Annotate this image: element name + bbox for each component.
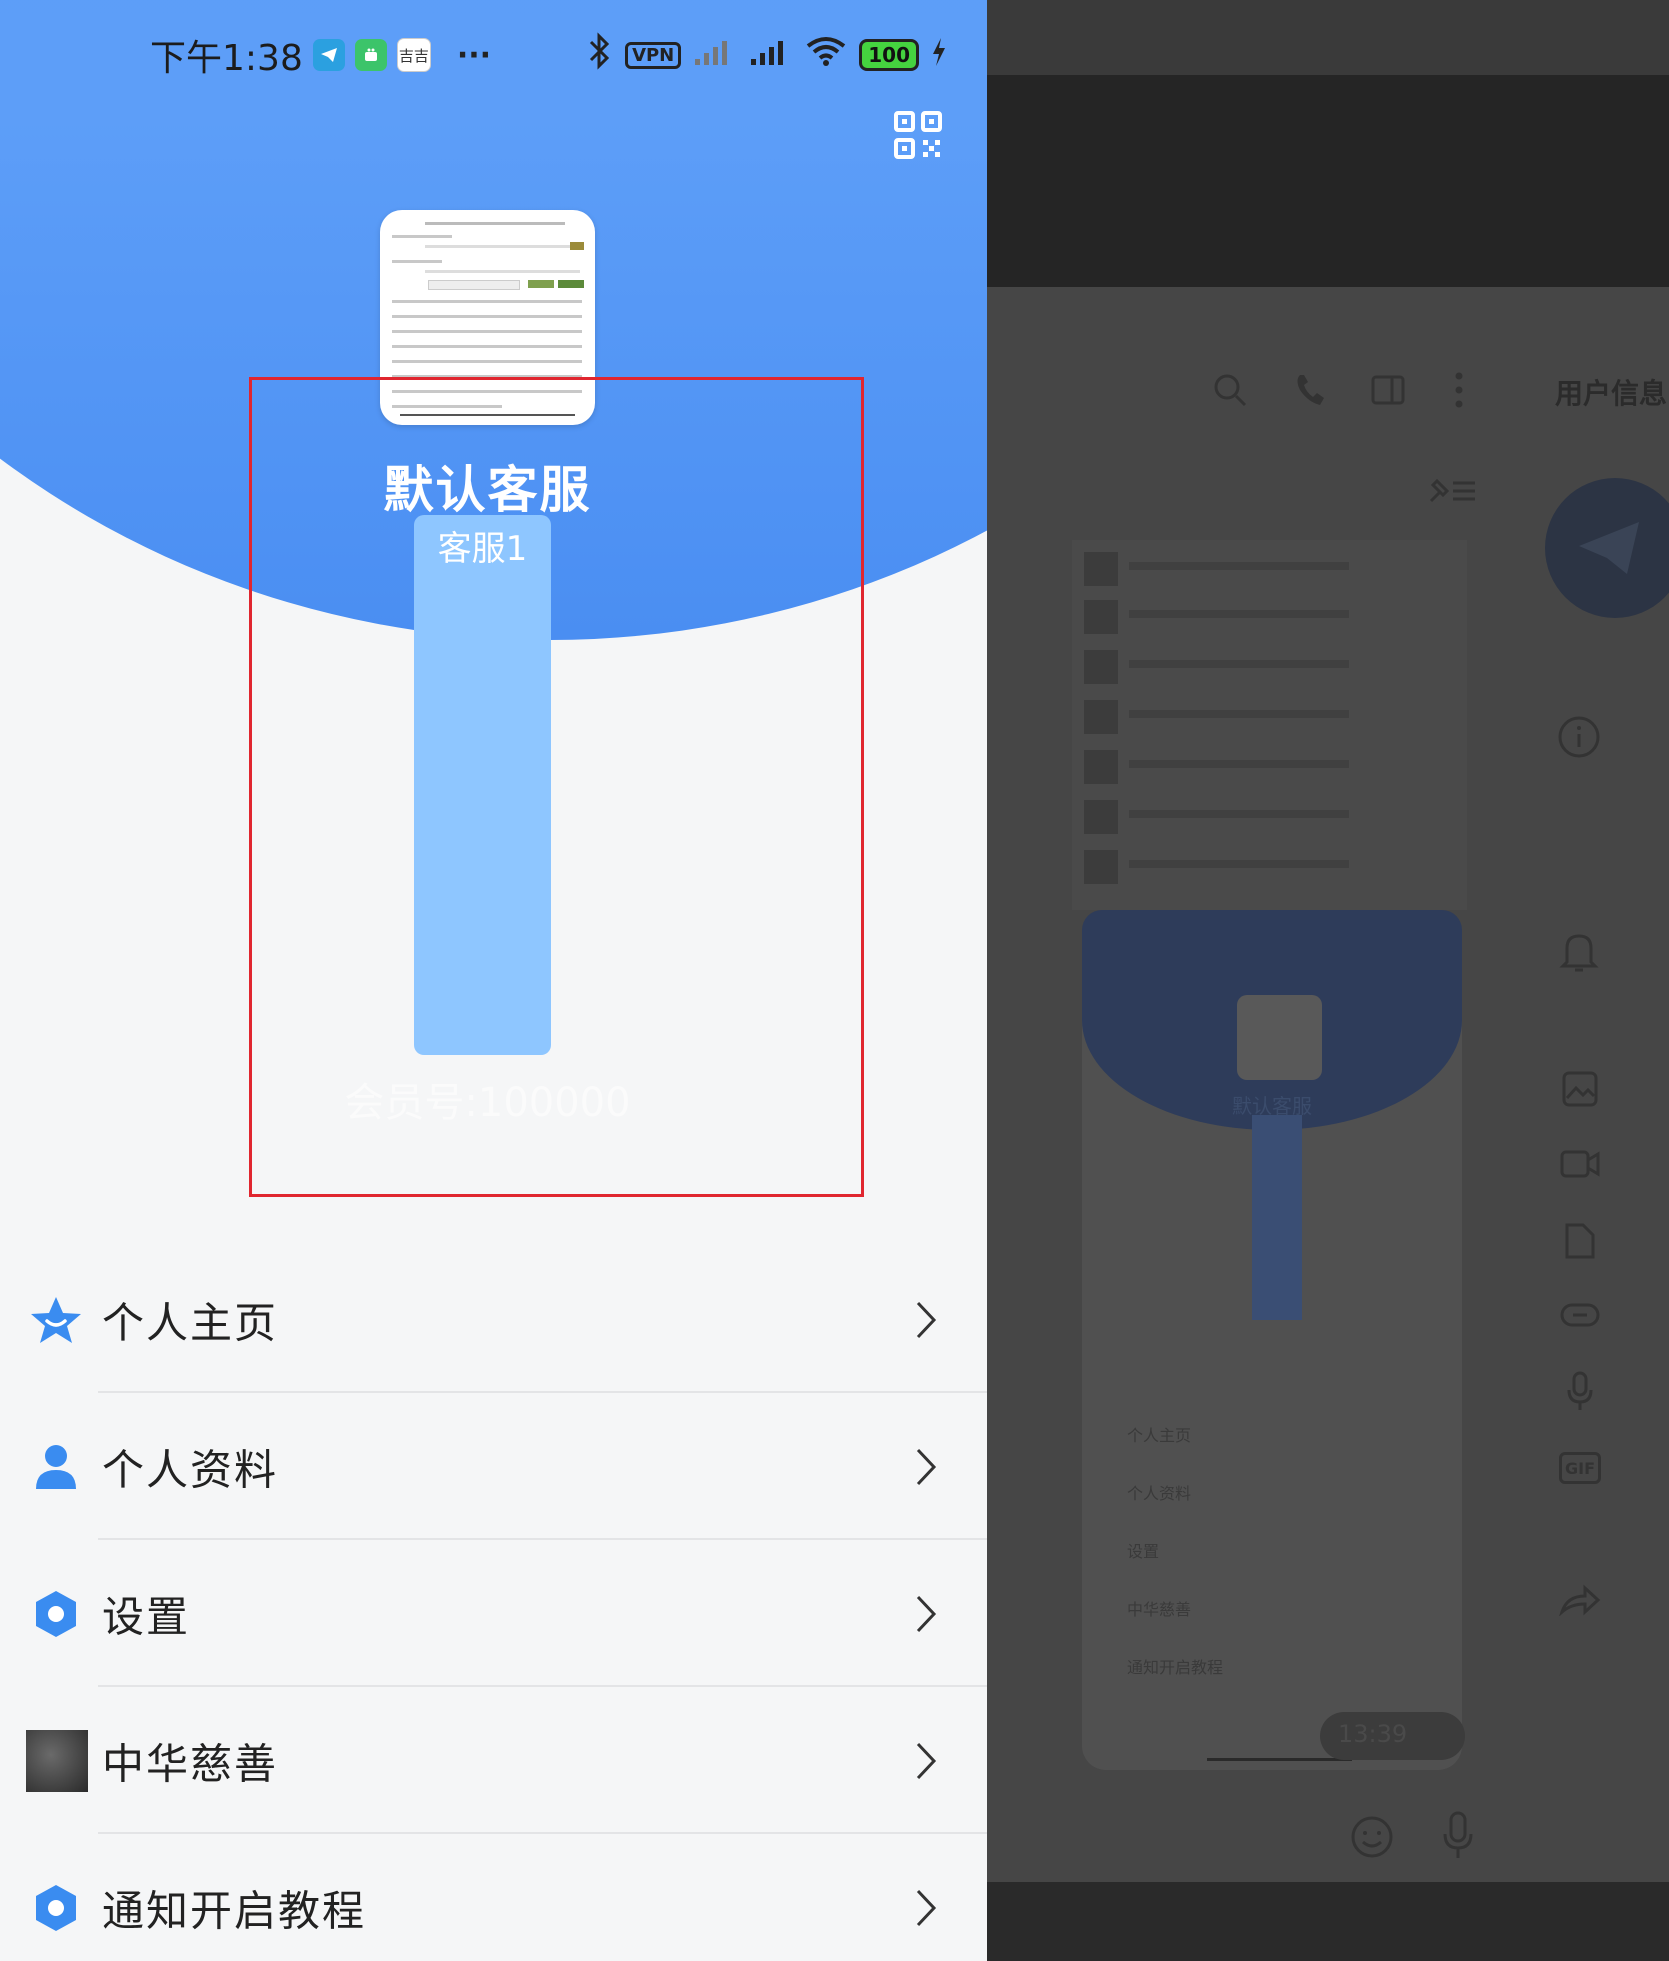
menu-label: 设置 [102, 1592, 191, 1641]
wifi-icon [805, 35, 847, 76]
menu-item-settings[interactable]: 设置 [0, 1540, 987, 1687]
chevron-right-icon [916, 1889, 937, 1926]
photo-thumbnail [26, 1729, 88, 1792]
mini-menu-item: 通知开启教程 [1127, 1658, 1224, 1677]
mini-menu-item: 中华慈善 [1127, 1600, 1192, 1619]
pin-list-icon [1429, 478, 1475, 503]
emoji-icon [1351, 1816, 1393, 1858]
battery-indicator: 100 [859, 39, 919, 71]
charging-icon [931, 35, 947, 76]
menu-label: 个人资料 [102, 1445, 279, 1494]
more-vertical-icon [1455, 372, 1463, 408]
telegram-icon [312, 39, 345, 71]
status-bar: 下午1:38 吉吉 ··· VPN 100 [0, 28, 987, 82]
star-badge-icon [26, 1290, 86, 1350]
dimmed-background-app[interactable]: 用户信息 GIF 默认客服 个人主页 个人资料 设置 中华慈善 通知开启教程 1… [987, 0, 1669, 1961]
side-drawer: 下午1:38 吉吉 ··· VPN 100 默认客服 客服1 会员号:10000… [0, 0, 987, 1961]
gif-icon: GIF [1559, 1452, 1601, 1484]
mini-time-bubble: 13:39 [1320, 1712, 1465, 1760]
vpn-badge: VPN [625, 41, 682, 69]
menu-item-notification-tutorial[interactable]: 通知开启教程 [0, 1834, 987, 1961]
menu-item-charity[interactable]: 中华慈善 [0, 1687, 987, 1834]
signal-2-icon [749, 35, 793, 76]
background-mini-drawer: 默认客服 个人主页 个人资料 设置 中华慈善 通知开启教程 [1082, 910, 1462, 1770]
search-icon [1214, 374, 1247, 407]
qr-code-icon[interactable] [893, 110, 943, 160]
video-icon [1560, 1150, 1600, 1178]
voice-input-icon [1443, 1811, 1473, 1858]
hexagon-settings-icon [26, 1584, 86, 1644]
mini-menu-item: 个人主页 [1127, 1426, 1192, 1445]
signal-1-icon [693, 35, 737, 76]
menu-label: 个人主页 [102, 1298, 279, 1347]
background-topbar [987, 0, 1669, 75]
chevron-right-icon [916, 1301, 937, 1338]
chevron-right-icon [916, 1595, 937, 1632]
chevron-right-icon [916, 1448, 937, 1485]
hexagon-settings-icon [26, 1878, 86, 1938]
menu-item-homepage[interactable]: 个人主页 [0, 1246, 987, 1393]
user-info-title: 用户信息 [1555, 377, 1668, 410]
background-bottom-bar [987, 1882, 1669, 1961]
mini-menu-item: 个人资料 [1127, 1484, 1192, 1503]
microphone-icon [1567, 1371, 1593, 1410]
menu-label: 通知开启教程 [102, 1886, 367, 1935]
highlight-box [249, 377, 864, 1197]
menu-label: 中华慈善 [102, 1739, 279, 1788]
phone-icon [1297, 375, 1324, 405]
background-chat-list [1072, 540, 1467, 910]
chevron-right-icon [916, 1742, 937, 1779]
menu-item-profile[interactable]: 个人资料 [0, 1393, 987, 1540]
bluetooth-icon [587, 31, 613, 79]
background-dark-area [987, 75, 1669, 287]
link-icon [1560, 1303, 1600, 1327]
more-notifications-icon: ··· [456, 37, 492, 73]
android-app-icon [354, 39, 387, 71]
image-icon [1562, 1071, 1598, 1107]
sidebar-toggle-icon [1371, 375, 1405, 405]
mini-time: 13:39 [1338, 1720, 1408, 1748]
share-icon [1559, 1584, 1601, 1616]
person-icon [26, 1437, 86, 1497]
info-icon [1558, 716, 1600, 758]
mini-menu-item: 设置 [1127, 1542, 1160, 1561]
bell-icon [1559, 934, 1599, 972]
file-icon [1565, 1223, 1595, 1259]
status-time: 下午1:38 [150, 38, 303, 79]
app-icon-3: 吉吉 [396, 38, 431, 72]
